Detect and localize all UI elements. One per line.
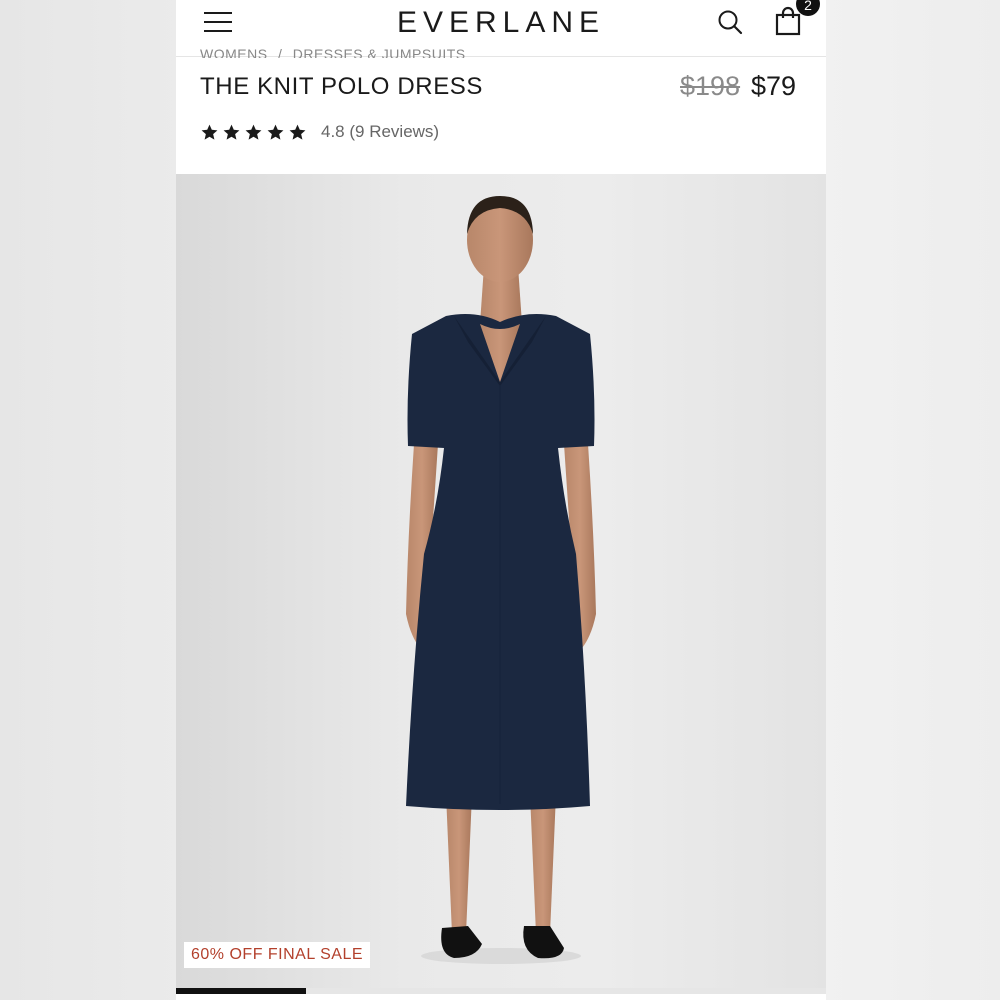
breadcrumb-separator: / (277, 46, 283, 58)
rating-text: 4.8 (9 Reviews) (321, 122, 440, 141)
star-icon (267, 124, 284, 140)
star-icon (223, 124, 240, 140)
sale-price: $79 (751, 71, 797, 101)
gallery-progress-track (176, 988, 826, 994)
search-icon[interactable] (716, 8, 744, 36)
product-image[interactable]: 60% OFF FINAL SALE (176, 174, 826, 990)
phone-screen: EVERLANE 2 WOMENS / DRESSES & JUMPSUITS … (176, 0, 826, 1000)
star-icon (201, 124, 218, 140)
breadcrumb-link-womens[interactable]: WOMENS (200, 46, 268, 58)
original-price: $198 (680, 71, 741, 101)
star-icon (289, 124, 306, 140)
star-icon (245, 124, 262, 140)
breadcrumb-link-dresses[interactable]: DRESSES & JUMPSUITS (293, 46, 466, 58)
breadcrumb: WOMENS / DRESSES & JUMPSUITS (200, 46, 466, 58)
star-rating (200, 123, 307, 142)
rating-summary[interactable]: 4.8 (9 Reviews) (200, 120, 439, 144)
gallery-progress-fill (176, 988, 306, 994)
product-title: THE KNIT POLO DRESS (200, 73, 484, 100)
sale-badge: 60% OFF FINAL SALE (184, 942, 371, 968)
model-in-dress-photo (406, 196, 596, 964)
